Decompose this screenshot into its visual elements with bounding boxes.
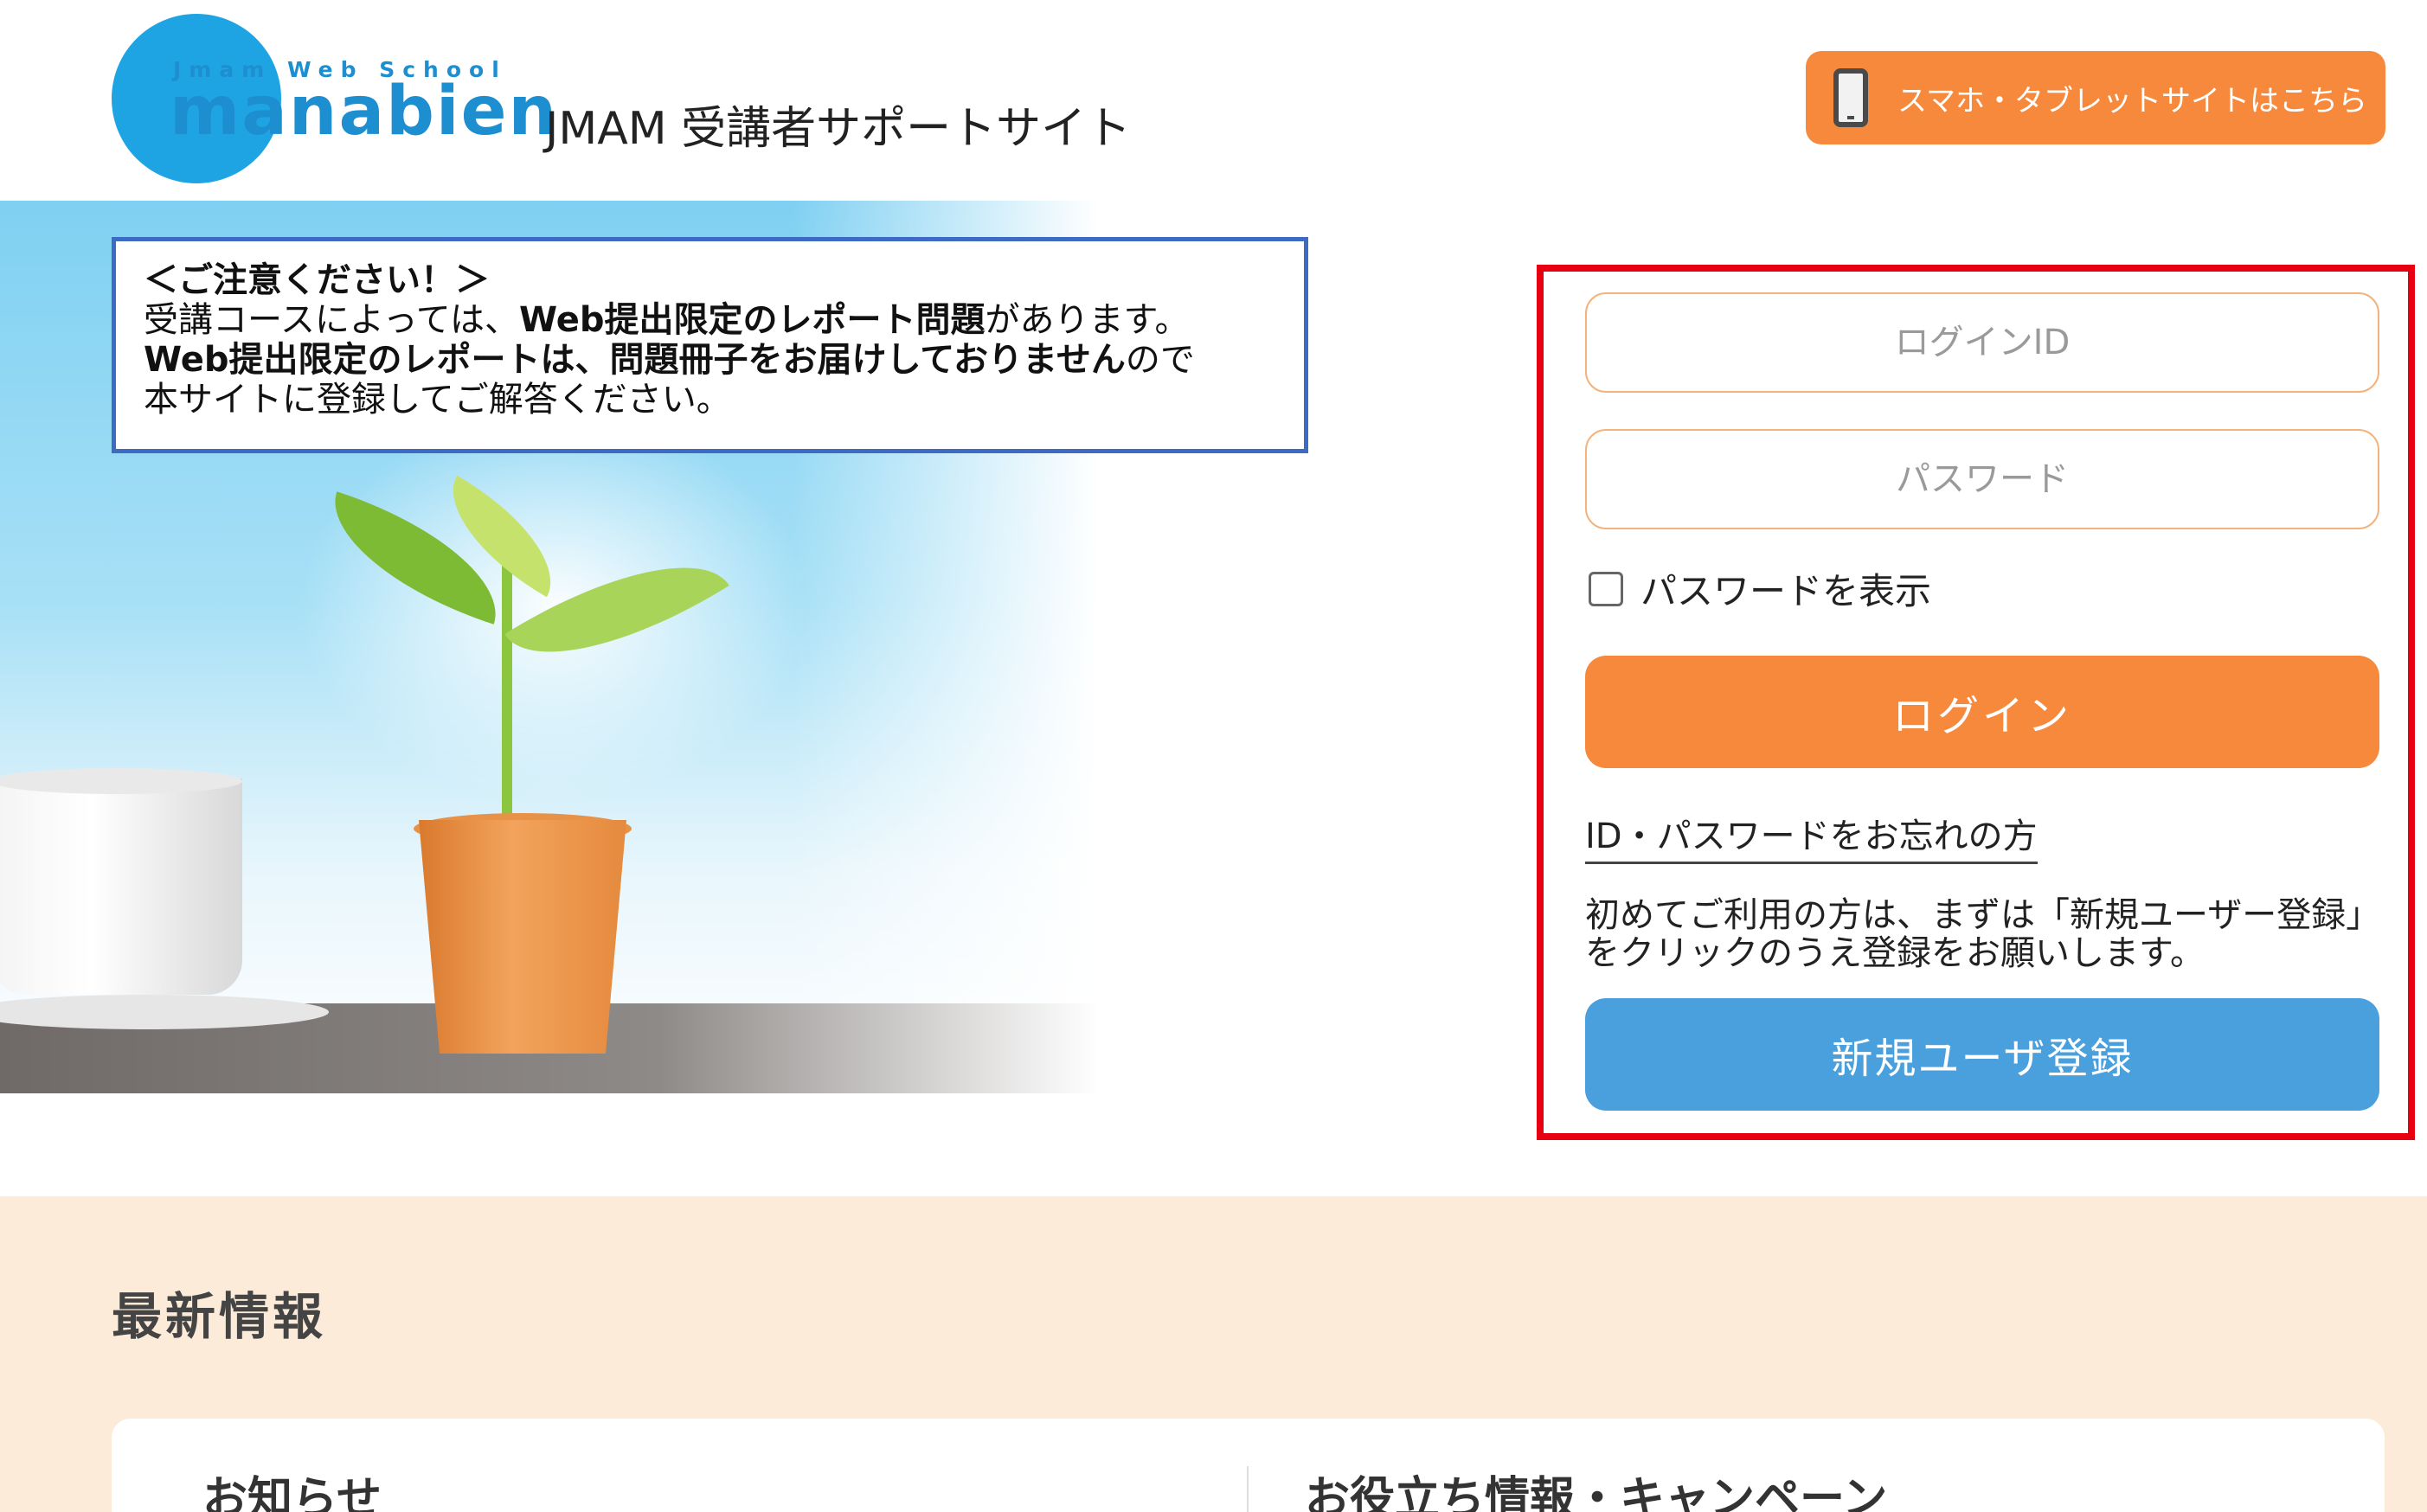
hero-cup-rim	[0, 768, 242, 794]
hero-plant-stem	[502, 562, 512, 822]
notice-line-1: 受講コースによっては、Web提出限定のレポート問題があります。	[144, 300, 1190, 340]
hero-cup	[0, 778, 242, 995]
notice-box: ＜ご注意ください！＞ 受講コースによっては、Web提出限定のレポート問題がありま…	[112, 237, 1308, 453]
notice-heading: ＜ご注意ください！＞	[144, 260, 490, 300]
tab-announcements[interactable]: お知らせ	[202, 1462, 382, 1512]
notice-line-3: 本サイトに登録してご解答ください。	[144, 380, 731, 420]
login-button[interactable]: ログイン	[1585, 656, 2379, 768]
show-password-label: パスワードを表示	[1640, 570, 1932, 612]
smartphone-icon	[1833, 68, 1868, 127]
page-root: Jmam Web School manabien JMAM 受講者サポートサイト…	[0, 0, 2427, 1512]
password-input[interactable]	[1587, 458, 2378, 500]
forgot-credentials-link[interactable]: ID・パスワードをお忘れの方	[1585, 808, 2038, 864]
password-field[interactable]	[1585, 429, 2379, 529]
site-title: JMAM 受講者サポートサイト	[545, 103, 1132, 155]
show-password-toggle[interactable]: パスワードを表示	[1589, 562, 1931, 615]
login-id-input[interactable]	[1587, 322, 2378, 363]
hero-pot	[419, 820, 626, 1054]
notice-line-2: Web提出限定のレポートは、問題冊子をお届けしておりませんので	[144, 340, 1195, 380]
first-time-instructions: 初めてご利用の方は、まずは「新規ユーザー登録」をクリックのうえ登録をお願いします…	[1585, 895, 2381, 973]
logo-wordmark[interactable]: manabien	[170, 78, 558, 145]
mobile-site-button-label: スマホ・タブレットサイトはこちら	[1897, 83, 2367, 119]
news-card-divider	[1247, 1466, 1249, 1512]
tab-useful-info-campaigns[interactable]: お役立ち情報・キャンペーン	[1305, 1462, 1887, 1512]
mobile-site-button[interactable]: スマホ・タブレットサイトはこちら	[1806, 51, 2385, 144]
show-password-checkbox[interactable]	[1589, 571, 1623, 606]
register-button[interactable]: 新規ユーザ登録	[1585, 998, 2379, 1111]
login-id-field[interactable]	[1585, 292, 2379, 393]
news-title: 最新情報	[112, 1287, 327, 1346]
